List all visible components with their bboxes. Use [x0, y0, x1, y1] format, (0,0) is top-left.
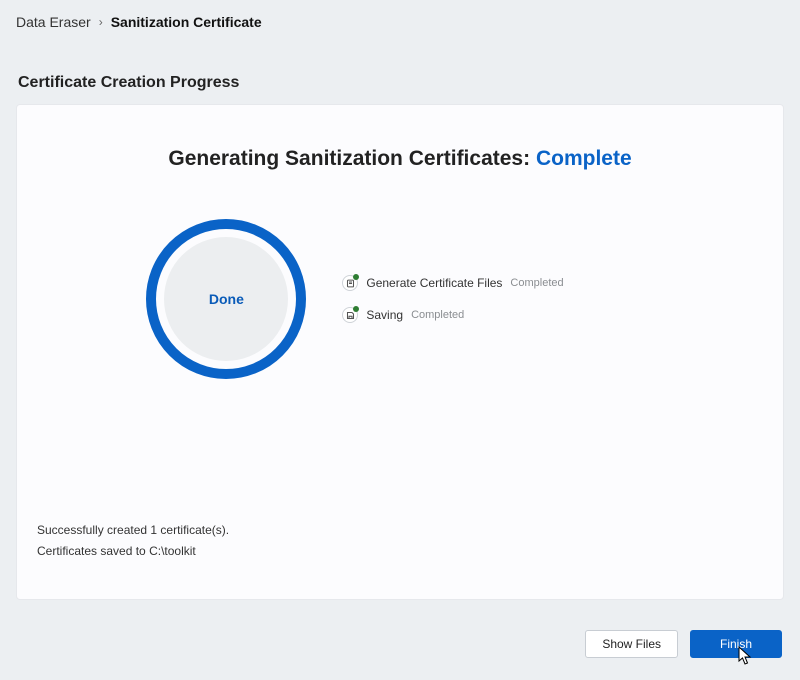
breadcrumb: Data Eraser › Sanitization Certificate	[0, 0, 800, 40]
step-generate-files: Generate Certificate Files Completed	[342, 275, 563, 291]
progress-area: Done Generate Certificate Files Complete…	[17, 219, 783, 379]
certificate-icon	[342, 275, 358, 291]
breadcrumb-current: Sanitization Certificate	[111, 14, 262, 30]
footer-buttons: Show Files Finish	[585, 630, 782, 658]
show-files-button[interactable]: Show Files	[585, 630, 678, 658]
finish-button[interactable]: Finish	[690, 630, 782, 658]
generating-title-prefix: Generating Sanitization Certificates:	[168, 147, 530, 170]
save-path: C:\toolkit	[149, 544, 196, 558]
progress-ring: Done	[146, 219, 306, 379]
summary-line-1: Successfully created 1 certificate(s).	[37, 520, 229, 540]
step-label: Generate Certificate Files	[366, 276, 502, 290]
generating-state: Complete	[536, 147, 632, 170]
summary-text: Successfully created 1 certificate(s). C…	[37, 520, 229, 561]
step-status: Completed	[510, 277, 563, 289]
progress-ring-label: Done	[164, 237, 288, 361]
step-status: Completed	[411, 309, 464, 321]
summary-line-2: Certificates saved to C:\toolkit	[37, 541, 229, 561]
step-saving: Saving Completed	[342, 307, 563, 323]
section-title: Certificate Creation Progress	[0, 40, 800, 104]
step-label: Saving	[366, 308, 403, 322]
breadcrumb-parent[interactable]: Data Eraser	[16, 14, 91, 30]
save-icon	[342, 307, 358, 323]
step-list: Generate Certificate Files Completed Sav…	[342, 275, 563, 323]
chevron-right-icon: ›	[99, 15, 103, 29]
progress-card: Generating Sanitization Certificates: Co…	[16, 104, 784, 600]
generating-title: Generating Sanitization Certificates: Co…	[17, 147, 783, 171]
